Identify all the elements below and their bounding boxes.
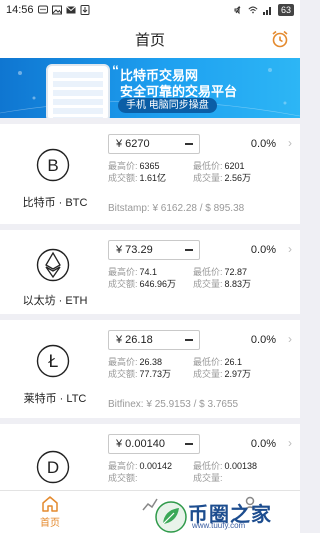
change-percent: 0.0% [250, 138, 276, 150]
alarm-clock-icon[interactable] [270, 29, 290, 49]
exchange-reference: Bitstamp: ¥ 6162.28 / $ 895.38 [108, 203, 245, 214]
price-value: ¥ 26.18 [116, 334, 153, 346]
image-icon [51, 5, 62, 15]
app-header: 首页 [0, 20, 300, 58]
coin-name: 以太坊 · ETH [22, 295, 88, 307]
promo-banner[interactable]: “ 比特币交易网 安全可靠的交易平台 手机 电脑同步操盘 [0, 58, 300, 118]
turnover-label: 成交额: [108, 279, 138, 289]
coin-card-eth[interactable]: 以太坊 · ETH ¥ 73.29 0.0% › 最高价: 74.1 最低价: 72… [0, 230, 300, 314]
bitcoin-symbol: B [47, 156, 58, 175]
coin-card-btc[interactable]: B 比特币 · BTC ¥ 6270 0.0% › 最高价: 6365 最低价: 6… [0, 124, 300, 224]
download-icon [80, 5, 90, 15]
tab-home[interactable]: 首页 [0, 491, 100, 533]
turnover-label: 成交额: [108, 473, 138, 483]
change-percent: 0.0% [250, 244, 276, 256]
minus-icon [185, 143, 193, 145]
tab-home-label: 首页 [40, 518, 60, 529]
coin-name: 比特币 · BTC [22, 197, 88, 209]
price-field[interactable]: ¥ 73.29 [108, 240, 200, 260]
turnover-value: 1.61亿 [139, 173, 167, 183]
low-label: 最低价: [193, 461, 223, 471]
battery-level: 63 [277, 4, 294, 16]
high-label: 最高价: [108, 461, 138, 471]
volume-value: 8.83万 [224, 279, 252, 289]
high-value: 0.00142 [139, 461, 173, 471]
phone-illustration [46, 64, 110, 118]
chat-icon [37, 5, 48, 14]
bitcoin-icon: B [36, 148, 70, 182]
turnover-value: 646.96万 [139, 279, 177, 289]
home-icon [42, 496, 58, 512]
price-field[interactable]: ¥ 6270 [108, 134, 200, 154]
minus-icon [185, 249, 193, 251]
volume-label: 成交量: [193, 173, 223, 183]
low-value: 0.00138 [224, 461, 258, 471]
mute-icon [234, 5, 241, 15]
stats-grid: 最高价: 6365 最低价: 6201 成交额: 1.61亿 成交量: 2.56万 [108, 160, 278, 184]
wifi-icon [248, 6, 258, 14]
low-value: 26.1 [224, 357, 243, 367]
dogecoin-icon: D [36, 450, 70, 484]
watermark-url: www.tuufy.com [192, 521, 246, 530]
chevron-right-icon: › [288, 242, 292, 256]
chevron-right-icon: › [288, 436, 292, 450]
volume-label: 成交量: [193, 473, 223, 483]
coin-list: B 比特币 · BTC ¥ 6270 0.0% › 最高价: 6365 最低价: 6… [0, 118, 300, 514]
stats-grid: 最高价: 26.38 最低价: 26.1 成交额: 77.73万 成交量: 2.97万 [108, 356, 278, 380]
high-value: 26.38 [139, 357, 163, 367]
turnover-label: 成交额: [108, 173, 138, 183]
quote-mark-icon: “ [112, 62, 119, 78]
minus-icon [185, 339, 193, 341]
leaf-logo-icon [155, 501, 187, 533]
coin-name: 莱特币 · LTC [23, 393, 87, 405]
dogecoin-symbol: D [47, 458, 59, 477]
price-value: ¥ 73.29 [116, 244, 153, 256]
page-title: 首页 [134, 31, 165, 49]
volume-label: 成交量: [193, 279, 223, 289]
volume-value: 2.97万 [224, 369, 252, 379]
price-field[interactable]: ¥ 0.00140 [108, 434, 200, 454]
price-value: ¥ 6270 [116, 138, 150, 150]
high-label: 最高价: [108, 267, 138, 277]
exchange-reference: Bitfinex: ¥ 25.9153 / $ 3.7655 [108, 399, 239, 410]
status-time: 14:56 [6, 4, 34, 16]
change-percent: 0.0% [250, 334, 276, 346]
price-value: ¥ 0.00140 [116, 438, 165, 450]
low-value: 6201 [224, 161, 245, 171]
turnover-label: 成交额: [108, 369, 138, 379]
high-value: 74.1 [139, 267, 158, 277]
low-label: 最低价: [193, 161, 223, 171]
turnover-value: 77.73万 [139, 369, 172, 379]
low-label: 最低价: [193, 357, 223, 367]
site-watermark: 币圈之家 www.tuufy.com [148, 500, 300, 533]
mail-icon [65, 6, 76, 14]
stats-grid: 最高价: 0.00142 最低价: 0.00138 成交额: 成交量: [108, 460, 278, 484]
chevron-right-icon: › [288, 136, 292, 150]
low-label: 最低价: [193, 267, 223, 277]
ethereum-icon [36, 248, 70, 282]
high-value: 6365 [139, 161, 160, 171]
signal-icon [262, 7, 271, 15]
high-label: 最高价: [108, 161, 138, 171]
chevron-right-icon: › [288, 332, 292, 346]
volume-value: 2.56万 [224, 173, 252, 183]
minus-icon [185, 443, 193, 445]
stats-grid: 最高价: 74.1 最低价: 72.87 成交额: 646.96万 成交量: 8.83万 [108, 266, 278, 290]
litecoin-symbol: Ł [47, 352, 58, 372]
litecoin-icon: Ł [36, 344, 70, 378]
volume-label: 成交量: [193, 369, 223, 379]
price-field[interactable]: ¥ 26.18 [108, 330, 200, 350]
change-percent: 0.0% [250, 438, 276, 450]
high-label: 最高价: [108, 357, 138, 367]
status-bar: 14:56 63 [0, 0, 300, 20]
coin-card-ltc[interactable]: Ł 莱特币 · LTC ¥ 26.18 0.0% › 最高价: 26.38 最低价… [0, 320, 300, 418]
banner-tagline: 手机 电脑同步操盘 [118, 98, 217, 113]
low-value: 72.87 [224, 267, 248, 277]
